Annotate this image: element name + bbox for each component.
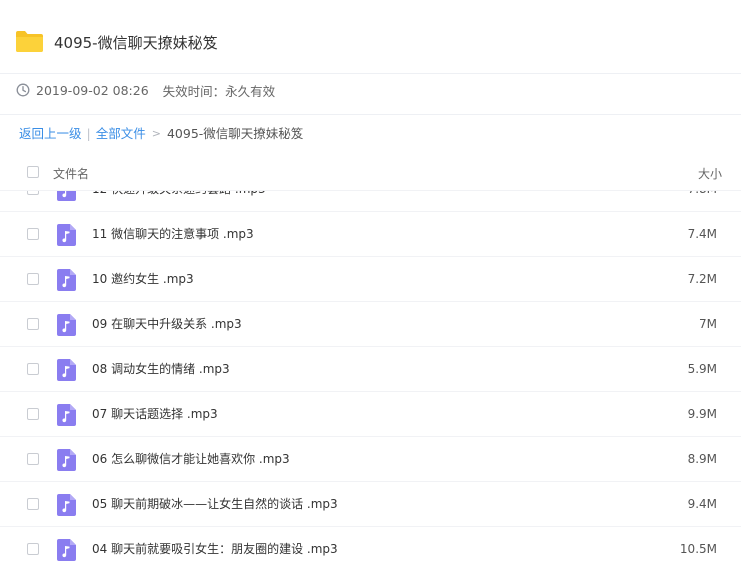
column-size-header[interactable]: 大小 (698, 165, 722, 182)
row-checkbox[interactable] (27, 318, 39, 330)
file-row[interactable]: 05 聊天前期破冰——让女生自然的谈话 .mp3 9.4M (0, 482, 741, 527)
file-size: 10.5M (679, 542, 717, 556)
audio-file-icon (57, 314, 76, 336)
breadcrumb: 返回上一级 | 全部文件 > 4095-微信聊天撩妹秘笈 (19, 126, 303, 142)
file-name[interactable]: 08 调动女生的情绪 .mp3 (92, 361, 230, 377)
file-size: 8.9M (687, 452, 717, 466)
audio-file-icon (57, 539, 76, 561)
folder-title: 4095-微信聊天撩妹秘笈 (54, 34, 218, 52)
created-date: 2019-09-02 08:26 (36, 82, 149, 98)
expiry-text: 失效时间：永久有效 (162, 83, 276, 99)
audio-file-icon (57, 404, 76, 426)
meta-divider (0, 114, 741, 115)
row-checkbox[interactable] (27, 543, 39, 555)
file-name[interactable]: 09 在聊天中升级关系 .mp3 (92, 316, 242, 332)
row-checkbox[interactable] (27, 228, 39, 240)
breadcrumb-current: 4095-微信聊天撩妹秘笈 (166, 126, 304, 141)
page-header: 4095-微信聊天撩妹秘笈 2019-09-02 08:26 失效时间：永久有效… (0, 0, 741, 156)
file-size: 7.2M (687, 272, 717, 286)
file-size: 5.9M (687, 362, 717, 376)
audio-file-icon (57, 359, 76, 381)
file-row[interactable]: 08 调动女生的情绪 .mp3 5.9M (0, 347, 741, 392)
breadcrumb-separator: | (86, 126, 91, 141)
file-name[interactable]: 11 微信聊天的注意事项 .mp3 (92, 226, 254, 242)
file-name[interactable]: 06 怎么聊微信才能让她喜欢你 .mp3 (92, 451, 290, 467)
file-row[interactable]: 04 聊天前就要吸引女生：朋友圈的建设 .mp3 10.5M (0, 527, 741, 565)
audio-file-icon (57, 449, 76, 471)
folder-meta: 2019-09-02 08:26 失效时间：永久有效 (16, 81, 275, 99)
file-size: 9.4M (687, 497, 717, 511)
clock-icon (16, 83, 30, 97)
file-row[interactable]: 11 微信聊天的注意事项 .mp3 7.4M (0, 212, 741, 257)
list-header: 文件名 大小 (0, 156, 741, 191)
file-row[interactable]: 06 怎么聊微信才能让她喜欢你 .mp3 8.9M (0, 437, 741, 482)
row-checkbox[interactable] (27, 453, 39, 465)
header-divider (0, 73, 741, 74)
file-size: 7M (699, 317, 717, 331)
file-row[interactable]: 07 聊天话题选择 .mp3 9.9M (0, 392, 741, 437)
all-files-link[interactable]: 全部文件 (96, 126, 146, 142)
file-row[interactable]: 09 在聊天中升级关系 .mp3 7M (0, 302, 741, 347)
column-name-header[interactable]: 文件名 (53, 165, 89, 182)
select-all-checkbox[interactable] (27, 166, 39, 178)
file-name[interactable]: 07 聊天话题选择 .mp3 (92, 406, 218, 422)
row-checkbox[interactable] (27, 363, 39, 375)
file-size: 9.9M (687, 407, 717, 421)
file-row[interactable]: 10 邀约女生 .mp3 7.2M (0, 257, 741, 302)
back-link[interactable]: 返回上一级 (19, 126, 82, 142)
file-name[interactable]: 05 聊天前期破冰——让女生自然的谈话 .mp3 (92, 496, 338, 512)
audio-file-icon (57, 494, 76, 516)
file-name[interactable]: 04 聊天前就要吸引女生：朋友圈的建设 .mp3 (92, 541, 338, 557)
row-checkbox[interactable] (27, 408, 39, 420)
file-name[interactable]: 10 邀约女生 .mp3 (92, 271, 194, 287)
audio-file-icon (57, 224, 76, 246)
folder-icon (16, 31, 43, 52)
file-size: 7.4M (687, 227, 717, 241)
row-checkbox[interactable] (27, 498, 39, 510)
breadcrumb-arrow: > (151, 127, 161, 140)
row-checkbox[interactable] (27, 273, 39, 285)
audio-file-icon (57, 269, 76, 291)
